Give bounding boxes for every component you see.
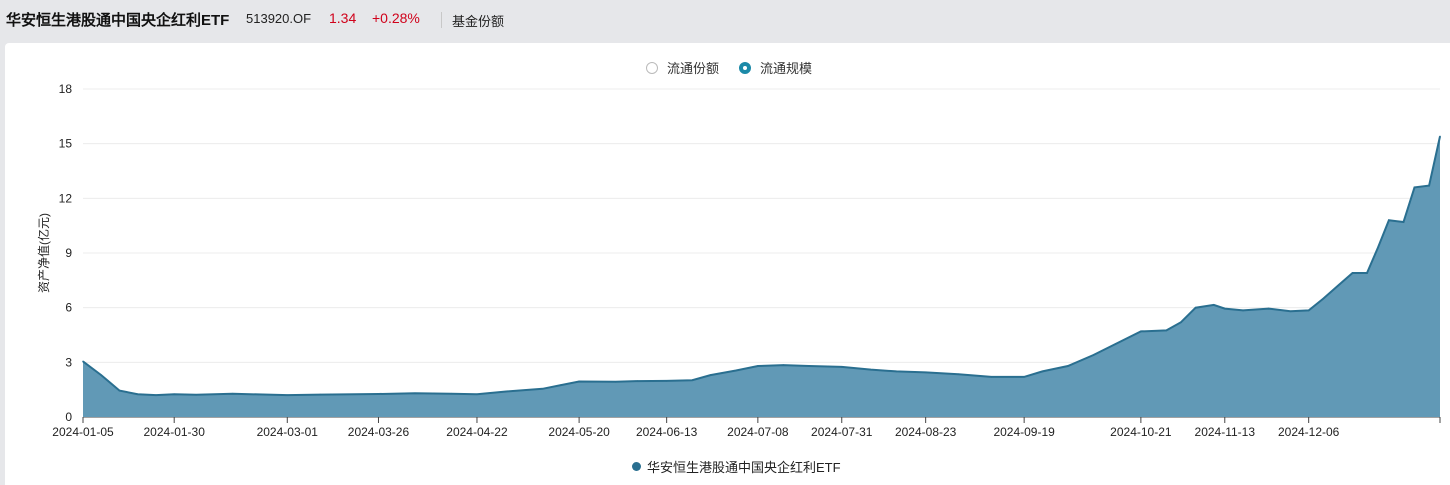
data-point (231, 392, 234, 395)
data-point (505, 390, 507, 393)
x-tick-label: 2024-08-23 (895, 425, 957, 439)
data-point (414, 392, 416, 395)
data-point (1067, 365, 1069, 367)
data-point (1322, 297, 1325, 300)
data-point (895, 370, 898, 373)
data-point (1194, 306, 1197, 309)
data-point (136, 393, 139, 396)
series-area (83, 136, 1440, 417)
x-tick-label: 2024-09-19 (993, 425, 1055, 439)
data-point (1307, 309, 1310, 312)
data-point (990, 376, 993, 378)
data-point (1023, 376, 1025, 378)
data-point (870, 368, 872, 371)
data-point (1092, 354, 1095, 356)
data-point (1377, 246, 1379, 249)
x-tick-label: 2024-11-13 (1195, 425, 1256, 439)
data-point (541, 387, 544, 390)
data-point (1428, 184, 1430, 187)
data-point (1351, 272, 1354, 274)
x-tick-label: 2024-04-22 (446, 425, 508, 439)
x-tick-label: 2024-05-20 (548, 425, 610, 439)
y-tick-label: 3 (65, 355, 72, 369)
data-point (476, 393, 478, 396)
x-tick-label: 2024-06-13 (636, 425, 698, 439)
data-point (118, 389, 121, 392)
data-point (1388, 219, 1390, 221)
data-point (1366, 272, 1368, 274)
y-axis-label: 资产净值(亿元) (36, 213, 51, 293)
data-point (808, 365, 810, 367)
data-point (1413, 186, 1416, 189)
data-point (1140, 330, 1142, 333)
data-point (100, 374, 103, 376)
x-tick-label: 2024-07-31 (811, 425, 873, 439)
x-tick-label: 2024-01-30 (144, 425, 206, 439)
data-point (636, 380, 639, 382)
data-point (1402, 221, 1405, 223)
data-point (195, 393, 197, 396)
data-point (155, 394, 157, 396)
data-point (173, 393, 175, 396)
y-tick-label: 9 (65, 246, 72, 260)
data-point (757, 365, 759, 367)
data-point (735, 369, 737, 372)
data-point (1337, 285, 1339, 287)
data-point (1213, 304, 1215, 306)
data-point (286, 394, 289, 396)
data-point (1165, 329, 1168, 332)
data-point (665, 380, 668, 382)
data-point (957, 373, 960, 375)
data-point (377, 393, 380, 395)
data-point (1242, 309, 1244, 312)
data-point (614, 381, 617, 383)
data-point (1267, 307, 1270, 310)
x-tick-label: 2024-10-21 (1110, 425, 1172, 439)
area-chart: 0 3 6 9 12 15 18 2024-01-05 2024-01-30 2024-03-01… (36, 82, 1441, 439)
data-point (1180, 321, 1182, 324)
y-tick-label: 12 (59, 191, 73, 205)
y-tick-label: 15 (59, 137, 73, 151)
y-tick-label: 0 (65, 410, 72, 424)
x-tick-label: 2024-03-01 (257, 425, 319, 439)
x-tick-label: 2024-07-08 (727, 425, 789, 439)
x-tick-label: 2024-01-05 (52, 425, 114, 439)
series-area-layer (82, 135, 1441, 417)
x-tick-label: 2024-03-26 (348, 425, 410, 439)
data-point (578, 380, 580, 383)
legend-label: 华安恒生港股通中国央企红利ETF (647, 460, 841, 475)
data-point (1041, 370, 1044, 373)
data-point (257, 393, 259, 396)
data-point (450, 392, 453, 395)
data-point (319, 393, 321, 396)
x-tick-label: 2024-12-06 (1278, 425, 1340, 439)
data-point (924, 371, 927, 374)
y-tick-label: 6 (65, 301, 72, 315)
data-point (1223, 307, 1226, 310)
y-tick-label: 18 (59, 82, 73, 96)
legend-marker-icon (632, 462, 641, 471)
data-point (560, 384, 562, 386)
data-point (82, 360, 84, 363)
data-point (1289, 310, 1292, 313)
data-point (840, 366, 843, 368)
data-point (1439, 135, 1441, 138)
data-point (691, 379, 693, 381)
data-point (709, 374, 712, 376)
data-point (782, 364, 785, 366)
chart-legend[interactable]: 华安恒生港股通中国央企红利ETF (632, 457, 841, 476)
data-point (1114, 343, 1117, 345)
